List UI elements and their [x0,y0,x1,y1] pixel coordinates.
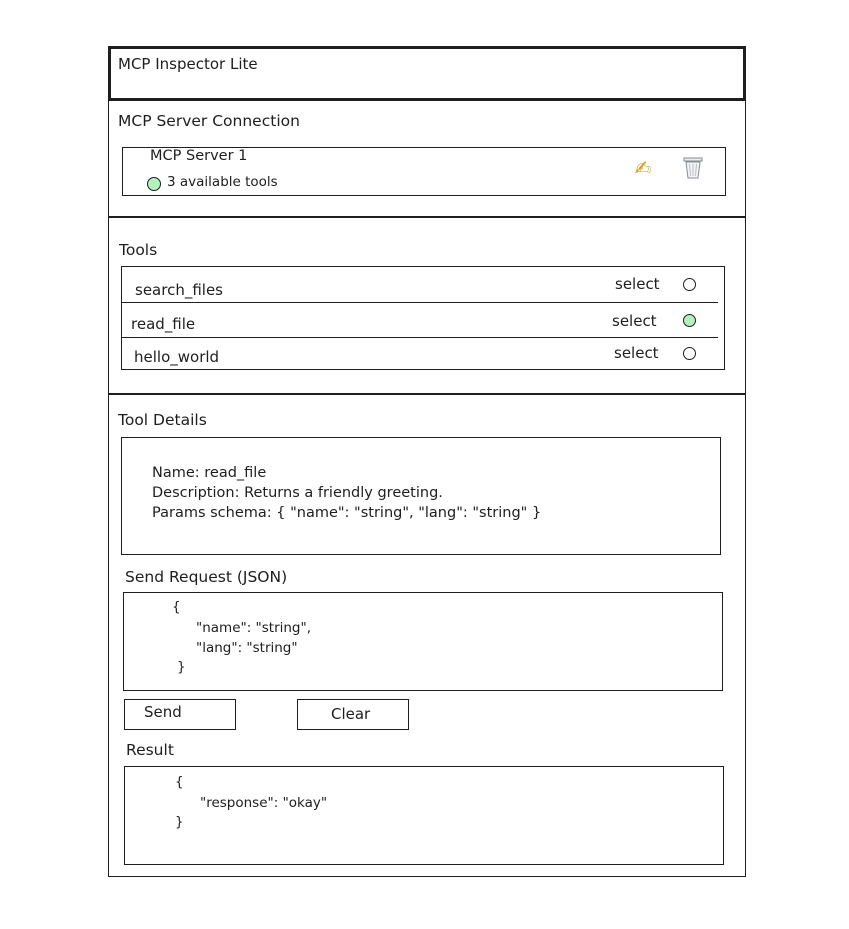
detail-name-line: Name: read_file [152,465,267,481]
server-name: MCP Server 1 [150,148,248,164]
detail-description-line: Description: Returns a friendly greeting… [152,485,443,501]
result-line: } [175,814,184,830]
section-divider [108,216,746,218]
select-label: select [612,312,657,330]
send-button-label: Send [144,703,182,721]
request-line: "name": "string", [196,620,312,636]
select-label: select [614,344,659,362]
server-status-dot [147,177,161,191]
pencil-icon: ✍ [634,156,652,180]
tool-select-radio-read-file[interactable] [683,314,696,327]
request-line: } [177,659,186,675]
tool-name: search_files [135,281,223,299]
app-title: MCP Inspector Lite [118,55,258,73]
result-box [124,766,724,865]
result-line: { [175,774,184,790]
tools-section-title: Tools [119,241,158,259]
edit-server-button[interactable]: ✍ [630,155,656,181]
request-section-title: Send Request (JSON) [125,568,288,586]
tool-name: hello_world [134,348,220,366]
clear-button-label: Clear [331,705,371,723]
server-tools-count: 3 available tools [167,174,278,190]
delete-server-button[interactable] [680,155,706,181]
request-line: "lang": "string" [196,640,298,656]
result-line: "response": "okay" [200,795,328,811]
section-divider [108,393,746,395]
trash-icon [683,157,703,179]
connection-section-title: MCP Server Connection [118,112,300,130]
tool-name: read_file [131,315,196,333]
result-section-title: Result [126,741,174,759]
select-label: select [615,275,660,293]
details-section-title: Tool Details [118,411,207,429]
request-line: { [172,599,181,615]
tool-select-radio-hello-world[interactable] [683,347,696,360]
tool-select-radio-search-files[interactable] [683,278,696,291]
detail-params-line: Params schema: { "name": "string", "lang… [152,505,542,521]
